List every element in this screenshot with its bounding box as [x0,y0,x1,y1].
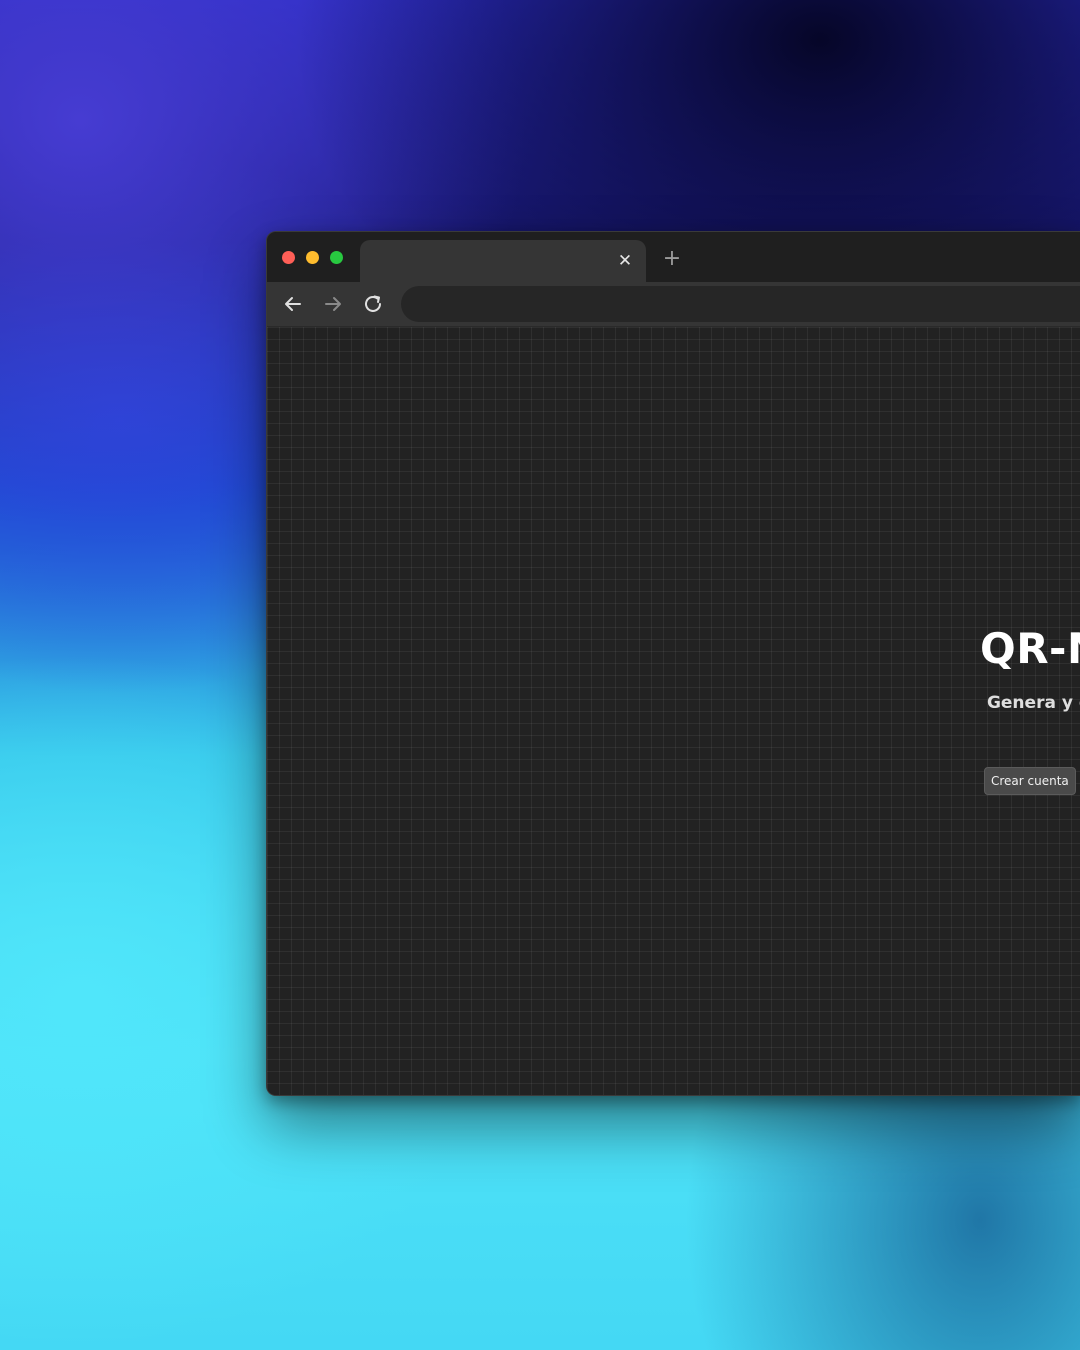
create-account-button[interactable]: Crear cuenta [984,767,1076,795]
browser-toolbar [267,282,1080,327]
browser-tab[interactable]: ✕ [360,240,646,282]
window-maximize-button[interactable] [330,251,343,264]
hero-title: QR-N [980,624,1080,673]
plus-icon[interactable]: + [661,248,683,270]
browser-titlebar: ✕ + [267,232,1080,282]
close-icon[interactable]: ✕ [614,250,636,272]
arrow-right-icon[interactable] [321,292,345,316]
address-bar[interactable] [401,286,1080,322]
hero-subtitle: Genera y guarc QR fácil [986,693,1080,713]
reload-icon[interactable] [361,292,385,316]
page-content: QR-N Genera y guarc QR fácil Crear cuent… [267,327,1080,1095]
window-close-button[interactable] [282,251,295,264]
browser-window: ✕ + QR-N Genera y guarc QR fácil Crear [266,231,1080,1096]
arrow-left-icon[interactable] [281,292,305,316]
window-minimize-button[interactable] [306,251,319,264]
